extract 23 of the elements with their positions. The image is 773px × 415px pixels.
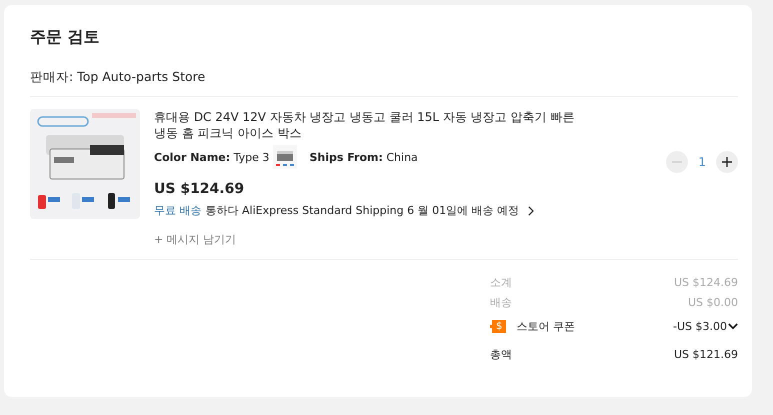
chevron-right-icon[interactable] <box>527 206 534 216</box>
plus-icon <box>721 156 733 168</box>
summary-label: 스토어 쿠폰 <box>516 318 575 334</box>
coupon-icon: $ <box>490 320 506 332</box>
summary-label: 배송 <box>490 294 512 310</box>
summary-value: -US $3.00 <box>673 320 727 332</box>
product-name[interactable]: 휴대용 DC 24V 12V 자동차 냉장고 냉동고 쿨러 15L 자동 냉장고 압축기 빠른 냉동 홈 피크닉 아이스 박스 <box>154 109 579 141</box>
free-shipping-label: 무료 배송 <box>154 203 202 218</box>
quantity-value: 1 <box>698 155 706 169</box>
ships-from: Ships From: China <box>309 150 418 164</box>
summary-value: US $124.69 <box>674 276 738 288</box>
summary-label: 소계 <box>490 274 512 290</box>
seller-name: 판매자: Top Auto-parts Store <box>30 69 738 97</box>
increase-button[interactable] <box>716 151 738 173</box>
delivery-estimate: 통하다 AliExpress Standard Shipping 6 월 01일에 배송 예정 <box>206 203 520 218</box>
color-option: Color Name: Type 3 <box>154 150 270 164</box>
chevron-down-icon[interactable] <box>728 322 738 330</box>
page-title: 주문 검토 <box>30 27 101 48</box>
leave-message-link[interactable]: + 메시지 남기기 <box>154 232 584 247</box>
item-price: US $124.69 <box>154 181 246 197</box>
summary-value: US $121.69 <box>674 348 738 360</box>
summary-label: 총액 <box>490 346 512 362</box>
summary-value: US $0.00 <box>688 296 738 308</box>
